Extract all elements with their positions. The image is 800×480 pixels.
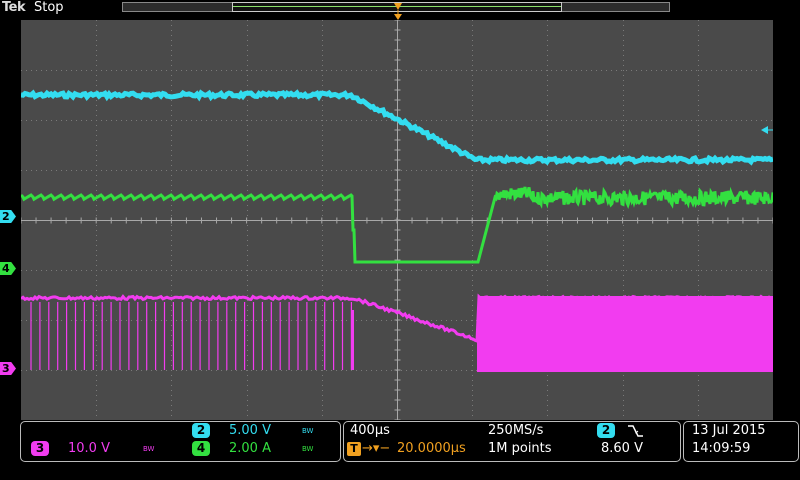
waveform-graticule [21,20,773,420]
ch3-ground-marker[interactable]: 3 [0,362,16,375]
record-length: 1M points [488,441,552,456]
ch4-scale: 2.00 A [229,441,271,456]
ch3-badge: 3 [31,441,49,456]
acquisition-state: Stop [34,0,64,15]
top-status-bar: Tek Stop T [0,0,800,38]
trigger-level: 8.60 V [601,441,643,456]
trigger-source-badge: 2 [597,423,615,438]
sample-rate: 250MS/s [488,423,544,438]
status-readout-panel: 2 5.00 V BW 4 2.00 A BW 3 10.0 V BW 400µ… [0,421,800,480]
falling-edge-icon [628,425,643,437]
time: 14:09:59 [692,441,751,456]
brand-logo: Tek [2,0,26,15]
ch3-dense-switching [478,296,773,372]
ch2-badge: 2 [192,423,210,438]
ch2-scale: 5.00 V [229,423,271,438]
ch4-badge: 4 [192,441,210,456]
delay-arrow: →▾− [362,441,391,456]
trigger-delay-icon: T [347,442,361,456]
ch2-bw-limit: BW [302,427,314,435]
ch2-ground-marker[interactable]: 2 [0,210,16,223]
time-per-division: 400µs [350,423,390,438]
ch4-bw-limit: BW [302,445,314,453]
record-view-window[interactable] [232,2,562,12]
ch4-ground-marker[interactable]: 4 [0,262,16,275]
horizontal-delay: 20.0000µs [397,441,466,456]
ch3-scale: 10.0 V [68,441,110,456]
date: 13 Jul 2015 [692,423,766,438]
ch3-bw-limit: BW [143,445,155,453]
